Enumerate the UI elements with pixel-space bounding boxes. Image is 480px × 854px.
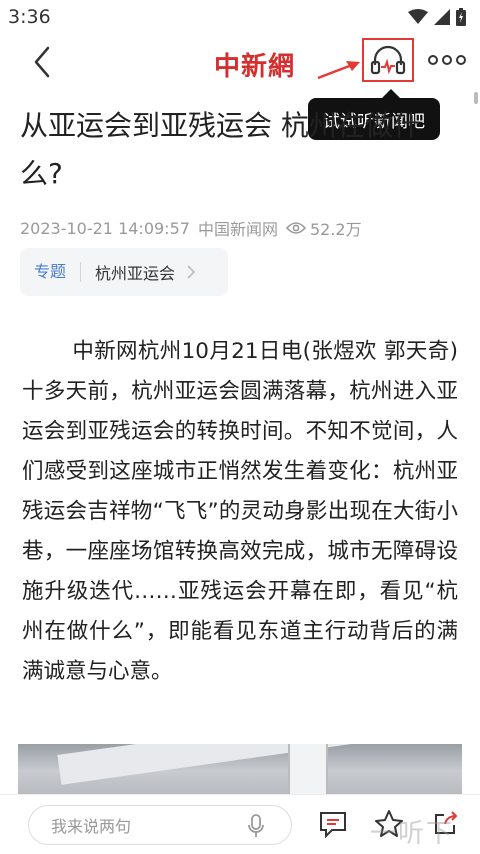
view-count: 52.2万 (285, 216, 362, 240)
dot-icon (442, 55, 452, 65)
view-count-value: 52.2万 (309, 220, 362, 239)
headphones-icon (370, 45, 406, 75)
share-icon[interactable] (432, 809, 460, 837)
article-body: 中新网杭州10月21日电(张煜欢 郭天奇)十多天前，杭州亚运会圆满落幕，杭州进入… (22, 332, 458, 692)
comments-icon[interactable] (318, 809, 348, 839)
hint-arrow-icon (317, 61, 360, 80)
comment-input[interactable]: 我来说两句 (28, 805, 292, 845)
wifi-icon (408, 9, 428, 24)
article-meta: 2023-10-21 14:09:57 中国新闻网 52.2万 (20, 216, 362, 240)
status-time: 3:36 (8, 6, 51, 28)
eye-icon (285, 222, 306, 234)
back-button[interactable] (28, 44, 58, 80)
nav-bar: 中新網 (0, 34, 480, 90)
article-title: 从亚运会到亚残运会 杭州在做什么? (20, 109, 421, 190)
article-image[interactable] (18, 744, 462, 798)
signal-icon (434, 9, 450, 25)
battery-icon (456, 8, 466, 26)
listen-news-button[interactable] (362, 38, 414, 82)
publish-date: 2023-10-21 14:09:57 (20, 218, 190, 238)
more-options-button[interactable] (428, 52, 466, 68)
brand-logo: 中新網 (214, 52, 296, 82)
article-source: 中国新闻网 (197, 220, 278, 239)
bottom-bar: 我来说两句 一听下载 (0, 794, 480, 854)
star-icon[interactable] (374, 809, 404, 839)
status-bar: 3:36 (0, 0, 480, 34)
topic-label: 专题 (20, 262, 82, 282)
article-body-text: 中新网杭州10月21日电(张煜欢 郭天奇)十多天前，杭州亚运会圆满落幕，杭州进入… (22, 339, 458, 684)
status-icons (408, 8, 466, 26)
chevron-right-icon (187, 265, 196, 279)
comment-placeholder: 我来说两句 (51, 817, 132, 836)
topic-chip[interactable]: 专题 杭州亚运会 (20, 248, 228, 296)
topic-name: 杭州亚运会 (95, 264, 176, 283)
chevron-left-icon (34, 46, 50, 78)
dot-icon (428, 55, 438, 65)
dot-icon (456, 55, 466, 65)
microphone-icon[interactable] (247, 814, 265, 838)
scrollbar-thumb[interactable] (474, 92, 478, 104)
